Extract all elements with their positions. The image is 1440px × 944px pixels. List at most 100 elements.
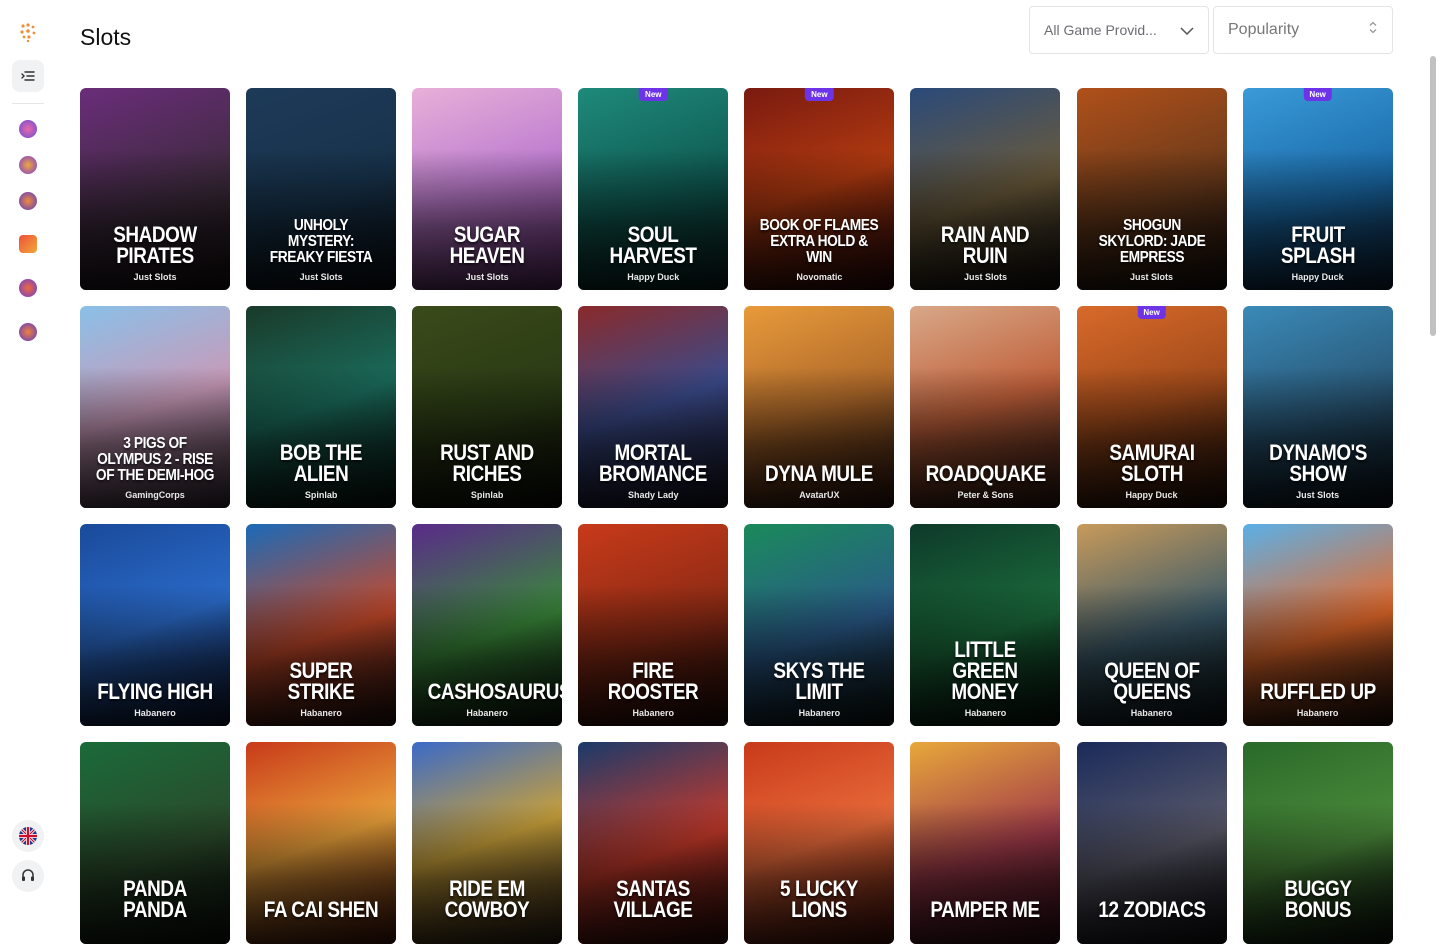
game-card-shade [246,802,397,944]
game-card[interactable]: 3 Pigs of Olympus 2 - Rise of the Demi-H… [80,306,230,508]
language-flag-icon[interactable] [12,820,44,852]
game-card[interactable]: Ride Em Cowboy [412,742,563,944]
logo-icon[interactable] [12,16,44,48]
new-badge: New [805,88,834,101]
game-provider: Shady Lady [628,490,679,500]
game-card-shade [412,366,563,508]
game-card-shade [578,802,729,944]
category-icon-5[interactable] [12,272,44,304]
scrollbar[interactable] [1428,0,1438,900]
game-title: 3 Pigs of Olympus 2 - Rise of the Demi-H… [95,435,215,484]
game-card[interactable]: Dynamo's Show Just Slots [1242,306,1393,508]
game-provider: Habanero [632,708,675,718]
game-title: Little Green Money [951,637,1020,704]
game-card-shade [412,802,563,944]
provider-filter-label: All Game Provid... [1044,22,1157,38]
chevron-down-icon [1180,22,1194,38]
game-provider: Habanero [798,708,841,718]
game-provider: Just Slots [963,272,1007,282]
game-title: Rain and Ruin [941,222,1030,268]
game-title: 12 Zodiacs [1097,897,1206,922]
game-card[interactable]: Santas Village [578,742,729,944]
game-card[interactable]: Roadquake Peter & Sons [910,306,1061,508]
game-title: Rust and Riches [440,440,534,486]
game-provider: Novomatic [796,272,843,282]
game-provider: Habanero [466,708,508,718]
scrollbar-thumb[interactable] [1430,56,1436,336]
game-provider: Habanero [1296,708,1339,718]
game-title: Fa Cai Shen [263,897,379,922]
game-card[interactable]: Queen of Queens Habanero [1076,524,1227,726]
game-card[interactable]: 12 Zodiacs [1076,742,1227,944]
game-card[interactable]: Shogun Skylord: Jade Empress Just Slots [1076,88,1227,290]
game-title: Super Strike [287,658,355,704]
game-card[interactable]: Pamper Me [910,742,1061,944]
provider-filter-select[interactable]: All Game Provid... [1029,6,1209,54]
game-provider: Habanero [134,708,176,718]
game-provider: Spinlab [304,490,338,500]
new-badge: New [1137,306,1166,319]
game-title: Pamper Me [930,897,1041,922]
game-card-shade [80,802,230,944]
game-provider: Just Slots [299,272,343,282]
game-card[interactable]: 5 Lucky Lions [744,742,895,944]
game-title: Sugar Heaven [449,222,525,268]
game-title: Mortal Bromance [599,440,708,486]
game-card-shade [1076,584,1227,726]
category-icon-4[interactable] [12,228,44,260]
game-card[interactable]: Rain and Ruin Just Slots [910,88,1061,290]
game-card-shade [910,802,1061,944]
game-title: Shadow Pirates [113,222,197,268]
game-card-shade [1242,802,1393,944]
game-card[interactable]: New Soul Harvest Happy Duck [578,88,729,290]
game-card[interactable]: Unholy Mystery: Freaky Fiesta Just Slots [246,88,397,290]
sort-label: Popularity [1228,21,1300,38]
game-title: Roadquake [926,461,1047,486]
game-card[interactable]: Skys the Limit Habanero [744,524,895,726]
game-title: Panda Panda [123,876,187,922]
game-title: Santas Village [613,876,693,922]
game-card-shade [412,148,563,290]
game-card-shade [910,366,1061,508]
category-icon-1[interactable] [12,113,44,145]
category-icon-2[interactable] [12,149,44,181]
game-card[interactable]: Ruffled Up Habanero [1242,524,1393,726]
game-provider: Happy Duck [1125,490,1178,500]
game-card[interactable]: Buggy Bonus [1242,742,1393,944]
game-card[interactable]: Cashosaurus Habanero [412,524,563,726]
game-card[interactable]: New Book of Flames Extra Hold & Win Novoma… [744,88,895,290]
category-icon-6[interactable] [12,316,44,348]
new-badge: New [1303,88,1332,101]
page-title: Slots [80,24,132,50]
game-card[interactable]: Fa Cai Shen [246,742,397,944]
game-card[interactable]: Panda Panda [80,742,230,944]
game-card[interactable]: New Fruit Splash Happy Duck [1242,88,1393,290]
game-card[interactable]: Sugar Heaven Just Slots [412,88,563,290]
game-card[interactable]: Rust and Riches Spinlab [412,306,563,508]
game-card-shade [744,584,895,726]
game-card-shade [246,584,397,726]
game-provider: Happy Duck [627,272,680,282]
game-card[interactable]: Bob the Alien Spinlab [246,306,397,508]
menu-icon[interactable] [12,60,44,92]
game-card[interactable]: Dyna Mule AvatarUX [744,306,895,508]
game-card-shade [1076,802,1227,944]
game-card-shade [744,366,895,508]
game-card[interactable]: Little Green Money Habanero [910,524,1061,726]
game-card[interactable]: New Samurai Sloth Happy Duck [1076,306,1227,508]
game-card-shade [1242,584,1393,726]
game-provider: Habanero [300,708,342,718]
game-card[interactable]: Fire Rooster Habanero [578,524,729,726]
category-icon-3[interactable] [12,185,44,217]
game-grid: Shadow Pirates Just Slots Unholy Mystery: … [80,88,1393,944]
game-title: Shogun Skylord: Jade Empress [1098,217,1205,266]
game-card[interactable]: Mortal Bromance Shady Lady [578,306,729,508]
game-card-shade [80,148,230,290]
game-card[interactable]: Flying High Habanero [80,524,230,726]
support-headset-icon[interactable] [12,860,44,892]
game-title: Ruffled Up [1259,679,1376,704]
sort-select[interactable]: Popularity [1213,6,1393,54]
game-card[interactable]: Shadow Pirates Just Slots [80,88,230,290]
game-title: Fire Rooster [607,658,699,704]
game-card[interactable]: Super Strike Habanero [246,524,397,726]
